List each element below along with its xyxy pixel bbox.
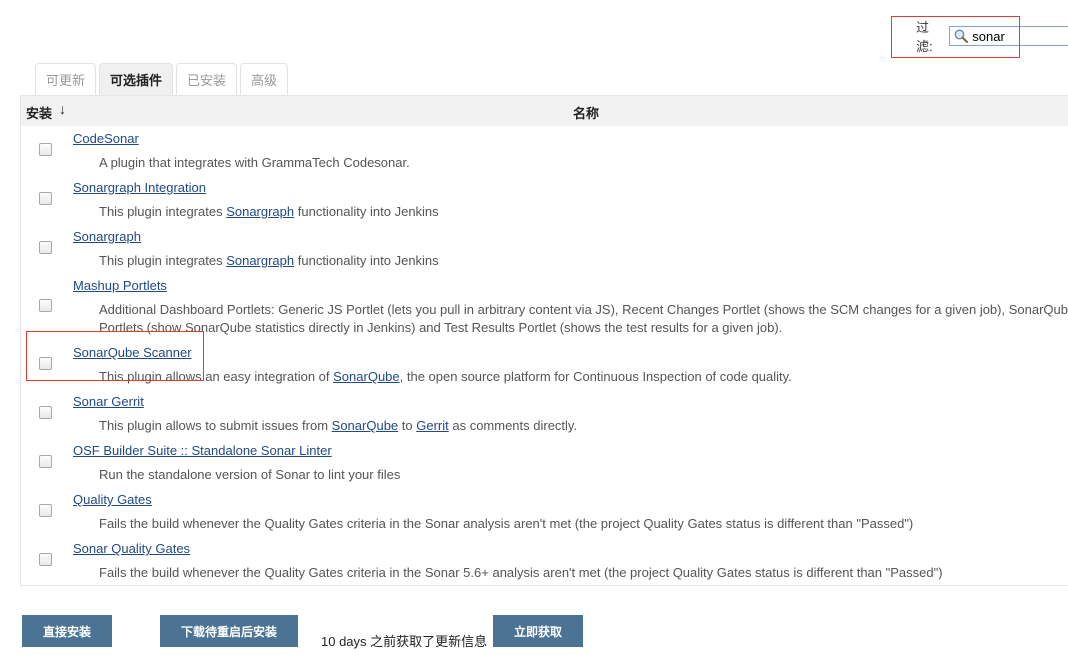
plugin-description: This plugin allows an easy integration o…: [99, 368, 1068, 386]
plugin-description: Fails the build whenever the Quality Gat…: [99, 565, 943, 580]
plugin-checkbox[interactable]: [39, 241, 52, 254]
tab-available[interactable]: 可选插件: [99, 63, 174, 95]
plugin-link[interactable]: Mashup Portlets: [73, 278, 167, 293]
column-install[interactable]: 安装: [26, 103, 52, 122]
description-line: Portlets (show SonarQube statistics dire…: [99, 320, 783, 335]
plugin-checkbox[interactable]: [39, 299, 52, 312]
description-text: as comments directly.: [448, 418, 578, 433]
description-text: This plugin integrates: [99, 204, 227, 219]
plugin-checkbox[interactable]: [39, 143, 52, 156]
plugin-tabs: 可更新 可选插件 已安装 高级: [35, 63, 289, 95]
filter-label: 过滤:: [916, 20, 933, 54]
plugin-checkbox[interactable]: [39, 406, 52, 419]
tab-updates[interactable]: 可更新: [35, 63, 97, 95]
plugin-description: Fails the build whenever the Quality Gat…: [99, 516, 914, 531]
plugin-description: Run the standalone version of Sonar to l…: [99, 467, 401, 482]
plugin-checkbox[interactable]: [39, 553, 52, 566]
plugin-link[interactable]: Sonar Quality Gates: [73, 541, 190, 556]
column-name[interactable]: 名称: [573, 103, 599, 122]
description-text: This plugin integrates: [99, 253, 227, 268]
filter-input-box[interactable]: [949, 26, 1068, 46]
description-link[interactable]: SonarQube: [333, 369, 400, 384]
filter-input[interactable]: [969, 28, 1063, 44]
plugin-link[interactable]: Sonargraph Integration: [73, 180, 206, 195]
download-restart-button[interactable]: 下载待重启后安装: [160, 615, 298, 647]
description-text: This plugin allows an easy integration o…: [99, 369, 334, 384]
plugin-description: This plugin integrates Sonargraph functi…: [99, 203, 1068, 221]
plugin-description: This plugin integrates Sonargraph functi…: [99, 252, 1068, 270]
plugin-link[interactable]: Sonar Gerrit: [73, 394, 144, 409]
description-link[interactable]: Sonargraph: [226, 253, 294, 268]
plugin-description: Additional Dashboard Portlets: Generic J…: [99, 301, 1068, 337]
plugin-link[interactable]: Quality Gates: [73, 492, 152, 507]
plugin-description: This plugin allows to submit issues from…: [99, 417, 1068, 435]
plugin-link[interactable]: CodeSonar: [73, 131, 139, 146]
plugin-table: 安装 ↓ 名称 CodeSonar A plugin that integrat…: [20, 95, 1068, 586]
check-now-button[interactable]: 立即获取: [493, 615, 583, 647]
plugin-link[interactable]: Sonargraph: [73, 229, 141, 244]
description-line: Additional Dashboard Portlets: Generic J…: [99, 302, 1068, 317]
description-text: to: [398, 418, 417, 433]
tab-installed[interactable]: 已安装: [176, 63, 238, 95]
table-header: 安装 ↓ 名称: [21, 96, 1068, 126]
description-link[interactable]: SonarQube: [332, 418, 399, 433]
description-link[interactable]: Gerrit: [416, 418, 449, 433]
plugin-checkbox[interactable]: [39, 357, 52, 370]
plugin-checkbox[interactable]: [39, 504, 52, 517]
description-link[interactable]: Sonargraph: [226, 204, 294, 219]
description-text: functionality into Jenkins: [294, 204, 439, 219]
sort-down-icon[interactable]: ↓: [59, 101, 66, 117]
tab-advanced[interactable]: 高级: [240, 63, 289, 95]
update-status-text: 10 days 之前获取了更新信息: [321, 634, 488, 649]
plugin-checkbox[interactable]: [39, 192, 52, 205]
plugin-link[interactable]: SonarQube Scanner: [73, 345, 192, 360]
filter-bar: 过滤:: [916, 20, 1068, 54]
plugin-link[interactable]: OSF Builder Suite :: Standalone Sonar Li…: [73, 443, 332, 458]
description-text: This plugin allows to submit issues from: [99, 418, 332, 433]
magnifier-icon: [953, 28, 969, 44]
plugin-checkbox[interactable]: [39, 455, 52, 468]
install-now-button[interactable]: 直接安装: [22, 615, 112, 647]
description-text: functionality into Jenkins: [294, 253, 439, 268]
description-text: , the open source platform for Continuou…: [399, 369, 792, 384]
plugin-description: A plugin that integrates with GrammaTech…: [99, 155, 410, 170]
